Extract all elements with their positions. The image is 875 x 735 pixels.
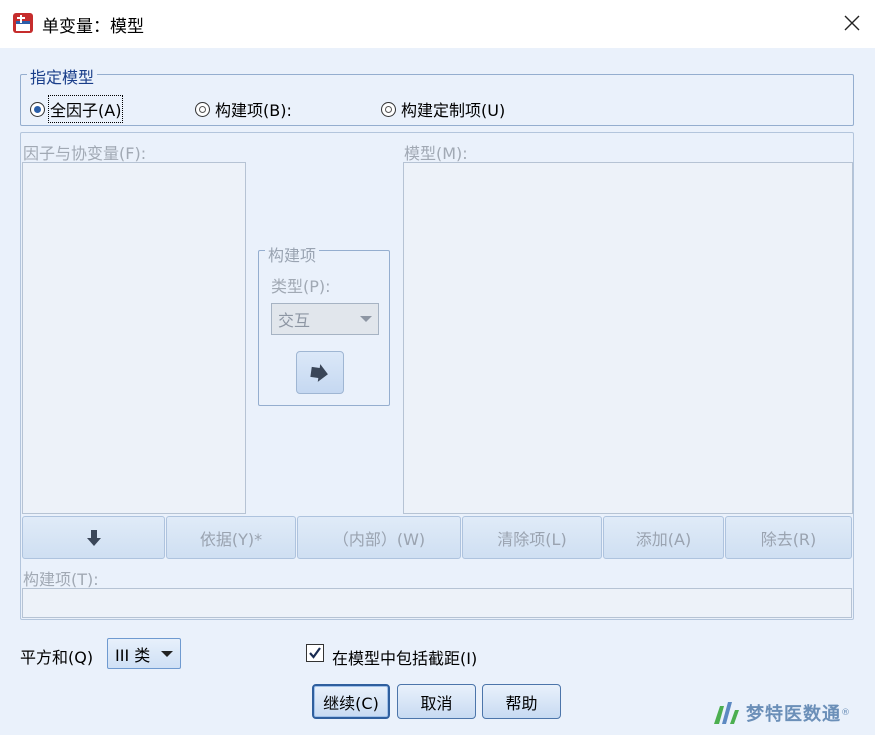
sum-of-squares-value: III 类 — [115, 645, 151, 665]
move-to-model-button[interactable] — [296, 351, 344, 394]
dropdown-arrow-icon — [360, 316, 372, 322]
radio-build-terms[interactable]: 构建项(B): — [195, 97, 292, 121]
include-intercept-label: 在模型中包括截距(I) — [332, 649, 478, 668]
close-icon — [844, 15, 860, 31]
move-down-button[interactable] — [22, 516, 165, 559]
window-title: 单变量：模型 — [42, 17, 144, 37]
factors-covariates-list[interactable] — [22, 162, 246, 514]
radio-custom-terms-label: 构建定制项(U) — [401, 101, 506, 120]
sum-of-squares-dropdown[interactable]: III 类 — [107, 638, 181, 669]
term-type-value: 交互 — [278, 311, 311, 330]
checkmark-icon — [309, 647, 321, 659]
factors-covariates-label: 因子与协变量(F): — [23, 144, 147, 163]
by-button[interactable]: 依据(Y)* — [166, 516, 296, 559]
type-label: 类型(P): — [271, 277, 331, 296]
title-bar: 单变量：模型 — [0, 0, 875, 48]
radio-unselected-icon — [381, 101, 396, 117]
within-button[interactable]: （内部）(W) — [297, 516, 461, 559]
watermark-mark: ® — [841, 708, 850, 718]
dropdown-arrow-icon — [161, 650, 173, 657]
close-button[interactable] — [829, 0, 875, 46]
model-label: 模型(M): — [404, 144, 468, 163]
include-intercept-checkbox[interactable] — [306, 644, 324, 662]
term-type-dropdown[interactable]: 交互 — [271, 303, 379, 335]
watermark: 梦特医数通 ® — [712, 700, 850, 726]
build-term-legend: 构建项 — [265, 242, 320, 266]
build-term-input[interactable] — [22, 588, 852, 618]
clear-term-button[interactable]: 清除项(L) — [462, 516, 602, 559]
radio-custom-terms[interactable]: 构建定制项(U) — [381, 97, 505, 121]
specify-model-legend: 指定模型 — [27, 64, 98, 88]
app-icon — [13, 13, 33, 33]
watermark-text: 梦特医数通 — [746, 704, 841, 725]
radio-full-factorial-label: 全因子(A) — [47, 95, 124, 123]
help-button[interactable]: 帮助 — [482, 684, 561, 719]
radio-full-factorial[interactable]: 全因子(A) — [30, 95, 124, 123]
remove-button[interactable]: 除去(R) — [725, 516, 852, 559]
continue-button[interactable]: 继续(C) — [312, 684, 390, 719]
arrow-down-icon — [86, 529, 101, 546]
radio-build-terms-label: 构建项(B): — [215, 101, 292, 120]
arrow-right-icon — [310, 363, 328, 382]
add-button[interactable]: 添加(A) — [603, 516, 724, 559]
build-term-label: 构建项(T): — [23, 570, 99, 589]
sum-of-squares-label: 平方和(Q) — [20, 648, 94, 667]
cancel-button[interactable]: 取消 — [397, 684, 476, 719]
model-terms-list[interactable] — [403, 162, 853, 514]
radio-selected-icon — [30, 101, 45, 117]
radio-unselected-icon — [195, 101, 210, 117]
watermark-logo-icon — [714, 702, 739, 724]
